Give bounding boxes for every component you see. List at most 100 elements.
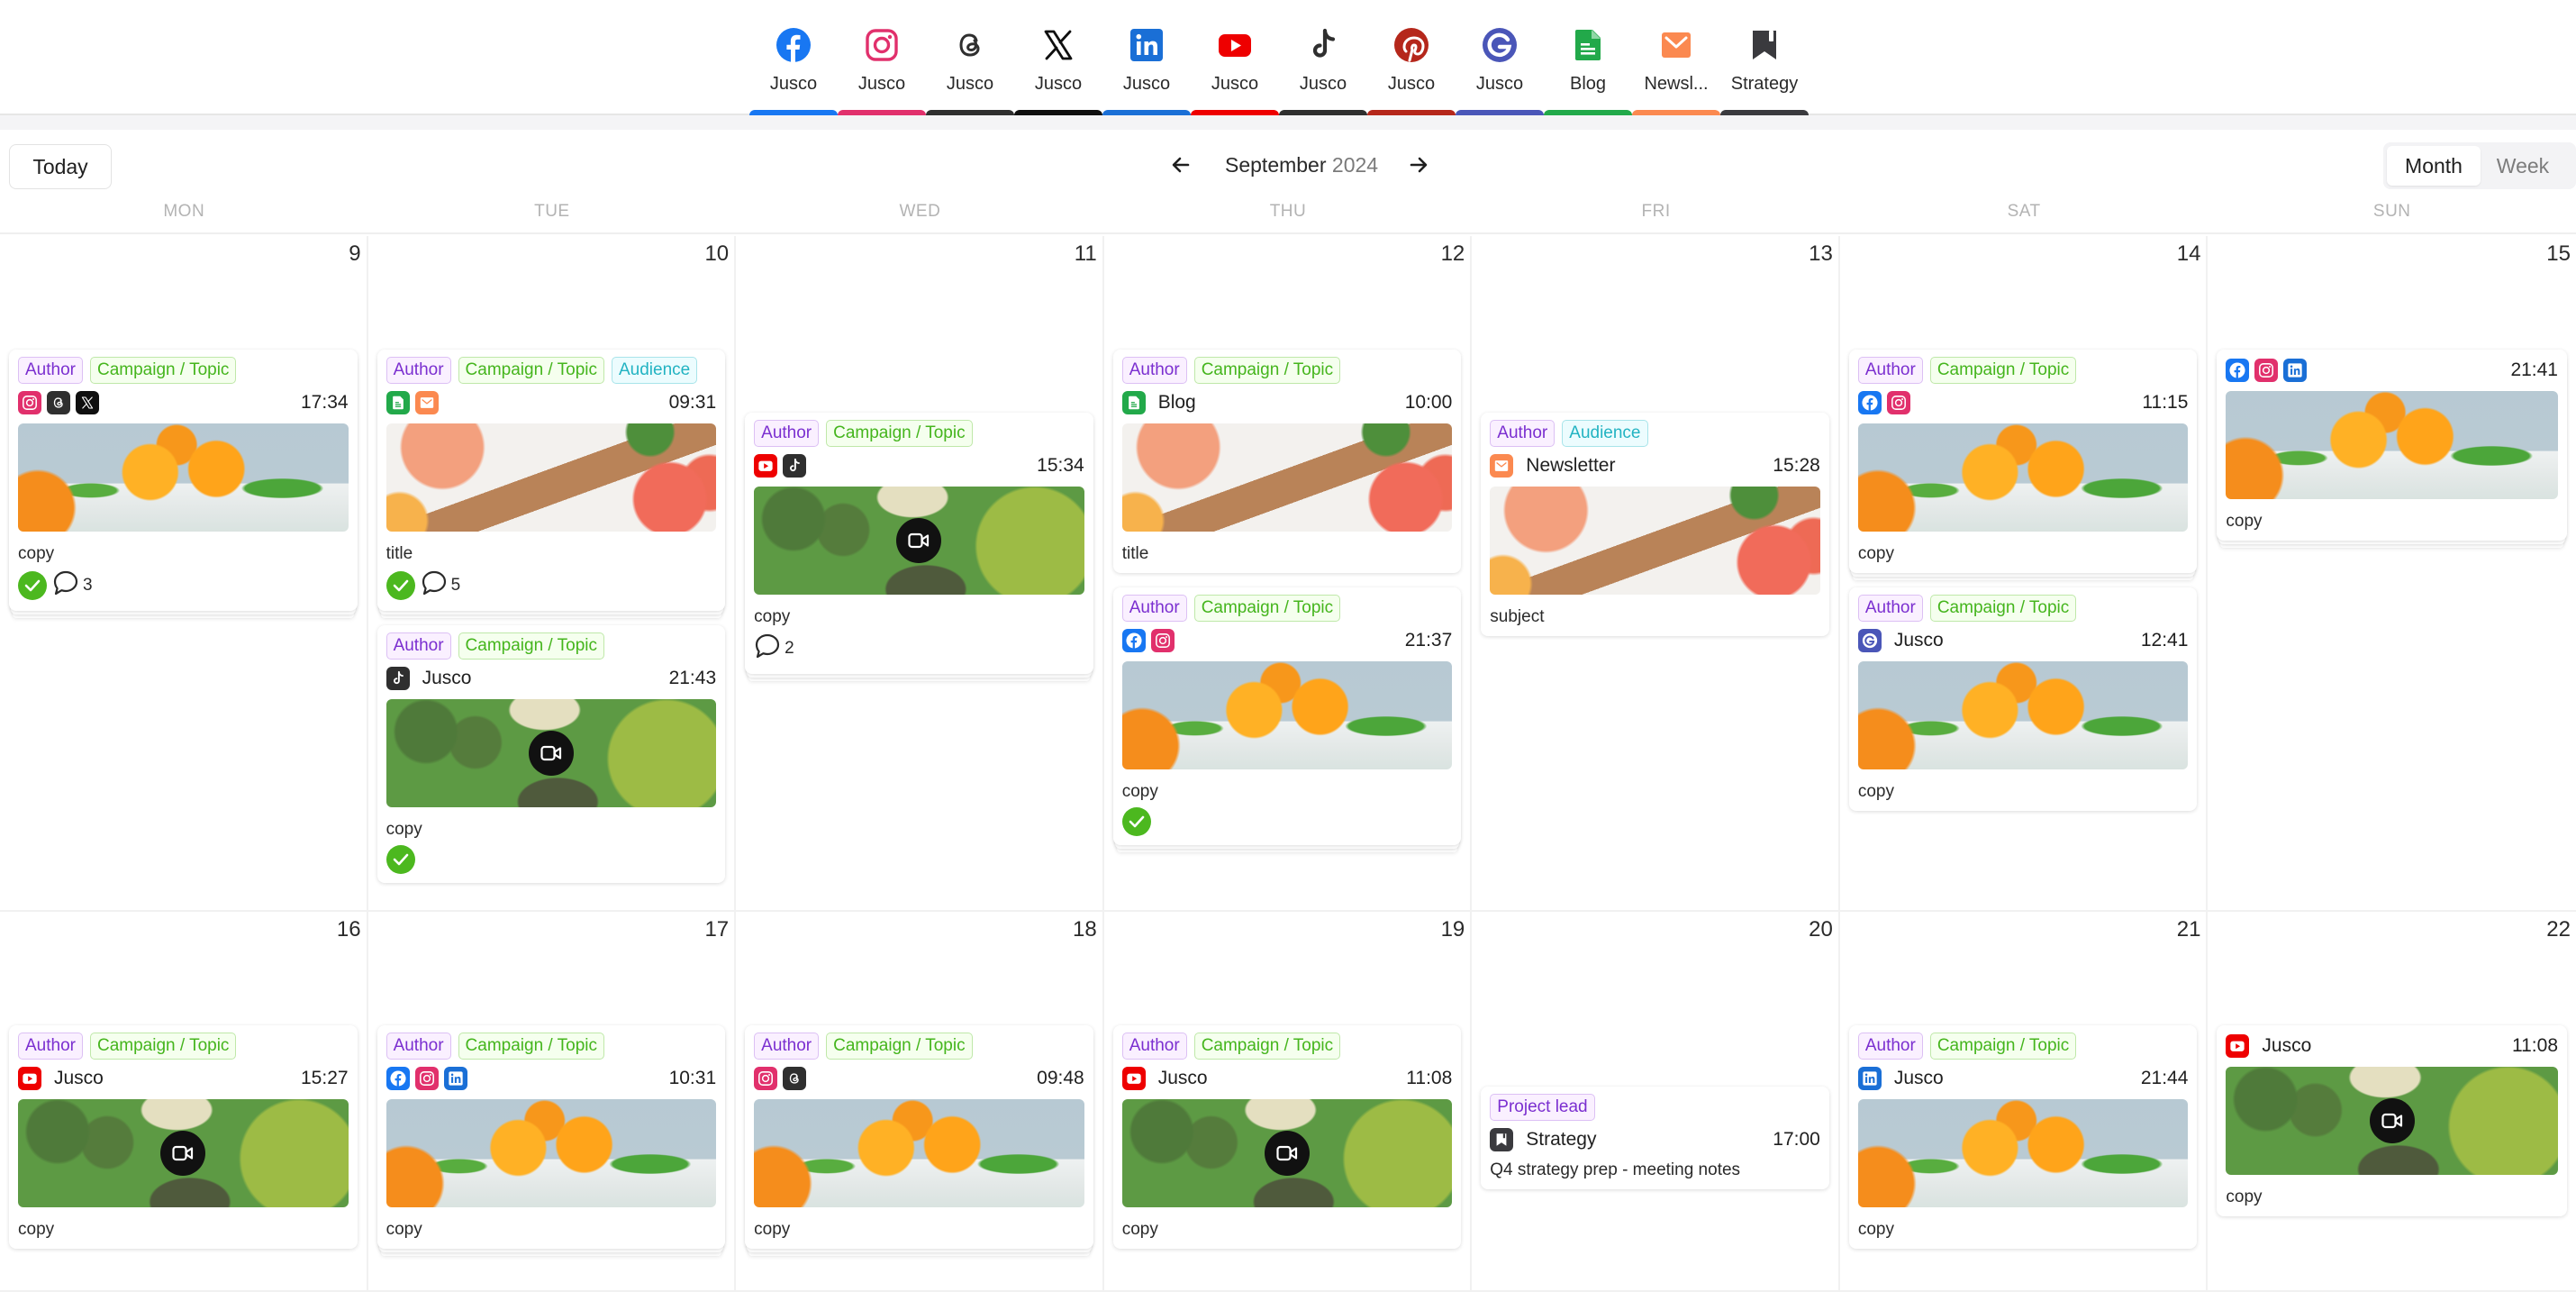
post-card[interactable]: Author Campaign / Topic 21:37 copy xyxy=(1112,587,1462,845)
channel-x[interactable]: Jusco xyxy=(1014,27,1102,115)
post-card[interactable]: Author Campaign / Topic 17:34 copy 3 xyxy=(9,350,358,611)
tag-campaign[interactable]: Campaign / Topic xyxy=(89,357,237,384)
channel-instagram[interactable]: Jusco xyxy=(838,27,926,115)
channel-linkedin[interactable]: Jusco xyxy=(1102,27,1191,115)
post-thumbnail[interactable] xyxy=(18,1099,349,1207)
post-card[interactable]: 21:41 copy xyxy=(2217,350,2567,541)
channel-google[interactable]: Jusco xyxy=(1456,27,1544,115)
channel-youtube[interactable]: Jusco xyxy=(1191,27,1279,115)
post-card[interactable]: Author Audience Newsletter 15:28 subject xyxy=(1481,413,1829,636)
post-thumbnail[interactable] xyxy=(1857,423,2189,532)
day-cell[interactable]: 11 Author Campaign / Topic 15:34 copy 2 xyxy=(736,236,1104,912)
post-card[interactable]: Author Campaign / Topic Blog 10:00 title xyxy=(1112,350,1462,573)
day-cell[interactable]: 10 Author Campaign / Topic Audience 09:31 tit… xyxy=(367,236,737,912)
post-card[interactable]: Author Campaign / Topic Jusco 21:43 copy xyxy=(376,625,726,883)
view-week-button[interactable]: Week xyxy=(2481,146,2565,186)
day-cell[interactable]: 14 Author Campaign / Topic 11:15 copy Author C… xyxy=(1839,236,2209,912)
day-cell[interactable]: 21 Author Campaign / Topic Jusco 21:44 copy xyxy=(1839,912,2209,1292)
arrow-right-icon[interactable] xyxy=(1405,151,1432,178)
tag-campaign[interactable]: Campaign / Topic xyxy=(458,357,604,384)
post-card[interactable]: Author Campaign / Topic 11:15 copy xyxy=(1848,350,2198,573)
channel-blog[interactable]: Blog xyxy=(1544,27,1632,115)
tag-author[interactable]: Author xyxy=(385,357,451,384)
comments-button[interactable]: 3 xyxy=(52,569,93,602)
post-card[interactable]: Author Campaign / Topic 10:31 copy xyxy=(376,1025,726,1249)
post-thumbnail[interactable] xyxy=(385,423,717,532)
post-card[interactable]: Author Campaign / Topic Jusco 12:41 copy xyxy=(1848,587,2198,811)
post-thumbnail[interactable] xyxy=(385,1099,717,1207)
arrow-left-icon[interactable] xyxy=(1167,151,1194,178)
day-cell[interactable]: 19 Author Campaign / Topic Jusco 11:08 copy xyxy=(1103,912,1473,1292)
channel-threads[interactable]: Jusco xyxy=(926,27,1014,115)
post-thumbnail[interactable] xyxy=(1857,1099,2189,1207)
day-cell[interactable]: 13 Author Audience Newsletter 15:28 subject xyxy=(1472,236,1840,912)
tag-author[interactable]: Author xyxy=(18,1033,83,1060)
tag-author[interactable]: Author xyxy=(18,357,83,384)
tag-campaign[interactable]: Campaign / Topic xyxy=(1929,595,2077,622)
day-cell[interactable]: 20 Project lead Strategy 17:00 Q4 strategy p… xyxy=(1472,912,1840,1292)
tag-campaign[interactable]: Campaign / Topic xyxy=(458,1033,604,1060)
post-thumbnail[interactable] xyxy=(385,699,717,807)
day-cell[interactable]: 18 Author Campaign / Topic 09:48 copy xyxy=(736,912,1104,1292)
tag-audience[interactable]: Audience xyxy=(612,357,698,384)
tag-author[interactable]: Author xyxy=(385,1033,451,1060)
day-cell[interactable]: 17 Author Campaign / Topic 10:31 copy xyxy=(367,912,737,1292)
tag-campaign[interactable]: Campaign / Topic xyxy=(1193,595,1341,622)
channel-pinterest[interactable]: Jusco xyxy=(1367,27,1456,115)
day-cell[interactable]: 12 Author Campaign / Topic Blog 10:00 title Au… xyxy=(1103,236,1473,912)
tag-audience[interactable]: Audience xyxy=(1562,420,1648,447)
post-card[interactable]: Jusco 11:08 copy xyxy=(2217,1025,2567,1216)
tag-author[interactable]: Author xyxy=(754,1033,820,1060)
tag-author[interactable]: Author xyxy=(754,420,820,447)
tag-author[interactable]: Author xyxy=(1490,420,1556,447)
post-card[interactable]: Author Campaign / Topic 15:34 copy 2 xyxy=(745,413,1093,674)
post-thumbnail[interactable] xyxy=(1490,487,1820,595)
today-button[interactable]: Today xyxy=(9,144,112,189)
tag-list: Author Campaign / Topic xyxy=(1857,595,2189,622)
day-cell[interactable]: 9 Author Campaign / Topic 17:34 copy 3 xyxy=(0,236,368,912)
tag-author[interactable]: Author xyxy=(1857,357,1923,384)
tag-author[interactable]: Author xyxy=(1857,1033,1923,1060)
tag-campaign[interactable]: Campaign / Topic xyxy=(458,632,604,660)
linkedin-icon xyxy=(1129,27,1165,63)
post-thumbnail[interactable] xyxy=(754,1099,1084,1207)
comments-button[interactable]: 2 xyxy=(754,632,794,665)
tag-lead[interactable]: Project lead xyxy=(1490,1094,1595,1121)
tag-campaign[interactable]: Campaign / Topic xyxy=(1929,1033,2077,1060)
tag-author[interactable]: Author xyxy=(385,632,451,660)
post-card[interactable]: Author Campaign / Topic Jusco 21:44 copy xyxy=(1848,1025,2198,1249)
post-thumbnail[interactable] xyxy=(1857,661,2189,769)
tag-author[interactable]: Author xyxy=(1121,595,1187,622)
day-cell[interactable]: 16 Author Campaign / Topic Jusco 15:27 copy xyxy=(0,912,368,1292)
tag-campaign[interactable]: Campaign / Topic xyxy=(826,1033,973,1060)
tag-campaign[interactable]: Campaign / Topic xyxy=(89,1033,237,1060)
channel-strategy[interactable]: Strategy xyxy=(1720,27,1809,115)
day-cell[interactable]: 15 21:41 copy xyxy=(2208,236,2576,912)
post-thumbnail[interactable] xyxy=(1121,661,1453,769)
tag-campaign[interactable]: Campaign / Topic xyxy=(826,420,973,447)
post-thumbnail[interactable] xyxy=(1121,423,1453,532)
tag-author[interactable]: Author xyxy=(1857,595,1923,622)
day-number: 16 xyxy=(336,917,361,942)
channel-facebook[interactable]: Jusco xyxy=(749,27,838,115)
comments-button[interactable]: 5 xyxy=(421,569,460,602)
post-card[interactable]: Project lead Strategy 17:00 Q4 strategy pre… xyxy=(1481,1087,1829,1189)
post-card[interactable]: Author Campaign / Topic Jusco 11:08 copy xyxy=(1112,1025,1462,1249)
post-card[interactable]: Author Campaign / Topic Jusco 15:27 copy xyxy=(9,1025,358,1249)
tag-author[interactable]: Author xyxy=(1121,357,1187,384)
tag-campaign[interactable]: Campaign / Topic xyxy=(1929,357,2077,384)
post-card[interactable]: Author Campaign / Topic 09:48 copy xyxy=(745,1025,1093,1249)
post-card[interactable]: Author Campaign / Topic Audience 09:31 title… xyxy=(376,350,726,611)
post-thumbnail[interactable] xyxy=(754,487,1084,595)
channel-newsletter[interactable]: Newsl... xyxy=(1632,27,1720,115)
tag-author[interactable]: Author xyxy=(1121,1033,1187,1060)
view-month-button[interactable]: Month xyxy=(2387,146,2481,186)
tag-campaign[interactable]: Campaign / Topic xyxy=(1193,357,1341,384)
day-cell[interactable]: 22 Jusco 11:08 copy xyxy=(2208,912,2576,1292)
post-thumbnail[interactable] xyxy=(18,423,349,532)
post-thumbnail[interactable] xyxy=(2226,1067,2558,1175)
post-thumbnail[interactable] xyxy=(2226,391,2558,499)
tag-campaign[interactable]: Campaign / Topic xyxy=(1193,1033,1341,1060)
post-thumbnail[interactable] xyxy=(1121,1099,1453,1207)
channel-tiktok[interactable]: Jusco xyxy=(1279,27,1367,115)
